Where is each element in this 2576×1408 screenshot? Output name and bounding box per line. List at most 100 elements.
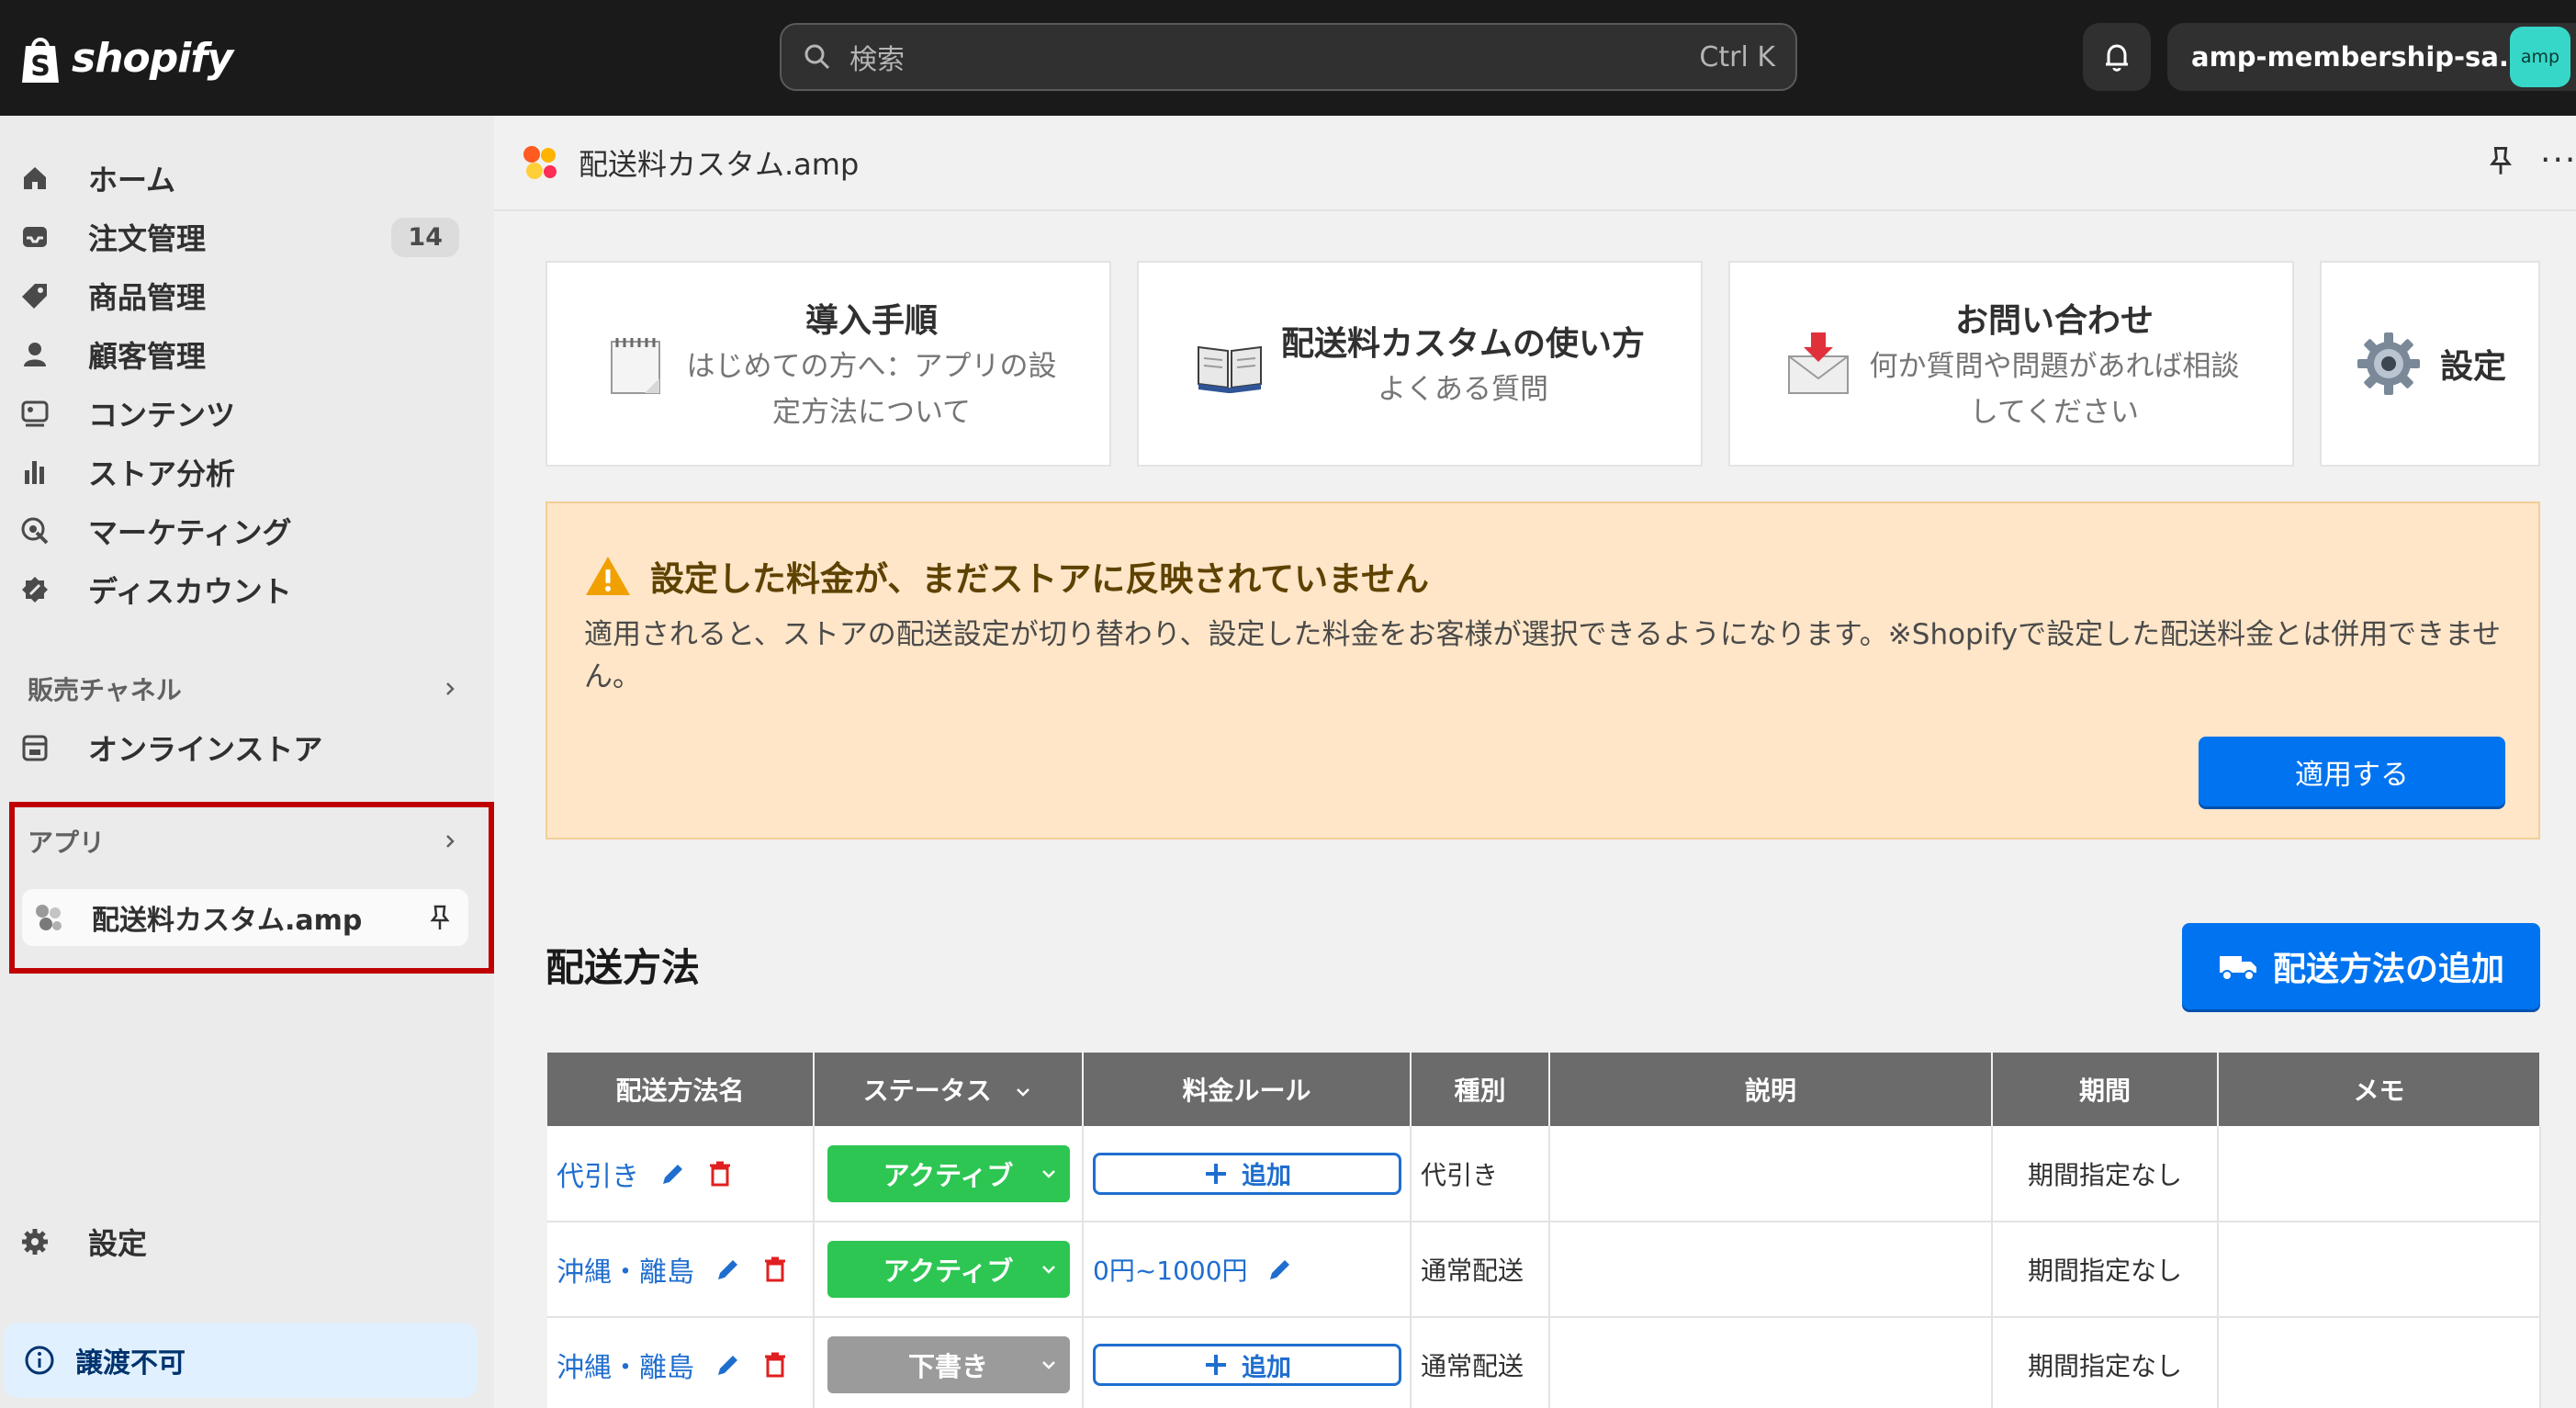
sales-channels-section[interactable]: 販売チャネル: [28, 670, 459, 707]
sidebar-item-label: ディスカウント: [88, 574, 292, 609]
method-description: [1549, 1126, 1993, 1222]
chevron-right-icon: [446, 682, 455, 695]
chevron-down-icon: [1017, 1088, 1030, 1097]
shipping-methods-title: 配送方法: [546, 945, 701, 990]
gear-icon: [18, 1225, 51, 1258]
sidebar-item-home[interactable]: ホーム: [18, 151, 468, 206]
pin-icon[interactable]: [426, 904, 454, 931]
warning-banner: 設定した料金が、まだストアに反映されていません 適用されると、ストアの配送設定が…: [546, 501, 2540, 839]
method-memo: [2218, 1222, 2541, 1318]
column-header-status[interactable]: ステータス: [814, 1053, 1084, 1126]
add-shipping-method-button[interactable]: 配送方法の追加: [2182, 923, 2540, 1009]
method-name-link[interactable]: 沖縄・離島: [557, 1249, 694, 1290]
banner-title: 設定した料金が、まだストアに反映されていません: [650, 559, 1430, 599]
brand-name: shopify: [72, 34, 233, 82]
non-transferable-banner[interactable]: 譲渡不可: [4, 1323, 478, 1398]
sidebar-item-analytics[interactable]: ストア分析: [18, 445, 468, 500]
chevron-down-icon: [1041, 1266, 1055, 1274]
add-rule-label: 追加: [1242, 1162, 1291, 1190]
warning-icon: [586, 557, 630, 595]
column-header-memo[interactable]: メモ: [2218, 1053, 2541, 1126]
sidebar-item-content[interactable]: コンテンツ: [18, 386, 468, 441]
card-subtitle: 何か質問や問題があれば相談: [1869, 350, 2240, 383]
card-title: 配送料カスタムの使い方: [1280, 325, 1645, 363]
content-icon: [18, 397, 51, 430]
notifications-button[interactable]: [2083, 23, 2151, 91]
bar-chart-icon: [18, 456, 51, 489]
column-header-description[interactable]: 説明: [1549, 1053, 1993, 1126]
sidebar-item-settings[interactable]: 設定: [18, 1214, 468, 1269]
more-actions-icon[interactable]: ···: [2540, 141, 2576, 179]
status-dropdown[interactable]: アクティブ: [827, 1241, 1070, 1298]
card-how-to-use[interactable]: 配送料カスタムの使い方 よくある質問: [1137, 261, 1703, 467]
chevron-down-icon: [1041, 1361, 1055, 1369]
search-bar[interactable]: 検索 Ctrl K: [780, 23, 1797, 91]
trash-icon[interactable]: [762, 1256, 788, 1283]
sidebar-item-app[interactable]: 配送料カスタム.amp: [22, 889, 468, 946]
online-store-label: オンラインストア: [88, 732, 323, 767]
column-header-period[interactable]: 期間: [1992, 1053, 2219, 1126]
card-contact[interactable]: お問い合わせ 何か質問や問題があれば相談 してください: [1728, 261, 2294, 467]
pencil-icon[interactable]: [714, 1256, 742, 1283]
pin-icon[interactable]: [2485, 145, 2516, 176]
shopify-logo[interactable]: S shopify: [18, 28, 233, 88]
shopping-bag-icon: S: [22, 38, 59, 83]
inbox-icon: [18, 220, 51, 253]
table-row: 沖縄・離島 下書き 追加 通常配送 期間指定なし: [547, 1317, 2541, 1408]
column-header-name[interactable]: 配送方法名: [547, 1053, 815, 1126]
apply-button[interactable]: 適用する: [2199, 737, 2505, 806]
sidebar-item-label: 注文管理: [88, 221, 207, 256]
trash-icon[interactable]: [762, 1351, 788, 1379]
sidebar-item-marketing[interactable]: マーケティング: [18, 503, 468, 558]
add-rule-label: 追加: [1242, 1353, 1291, 1382]
status-dropdown[interactable]: 下書き: [827, 1336, 1070, 1393]
trash-icon[interactable]: [707, 1160, 733, 1188]
card-settings[interactable]: 設定: [2320, 261, 2540, 467]
sidebar-item-products[interactable]: 商品管理: [18, 268, 468, 323]
highlight-box: [9, 802, 494, 974]
store-icon: [18, 731, 51, 764]
column-header-type[interactable]: 種別: [1411, 1053, 1550, 1126]
method-type: 通常配送: [1411, 1222, 1550, 1318]
method-type: 通常配送: [1411, 1317, 1550, 1408]
sidebar-item-online-store[interactable]: オンラインストア: [18, 720, 468, 775]
sidebar-item-orders[interactable]: 注文管理 14: [18, 209, 468, 265]
store-menu-button[interactable]: amp-membership-sa... amp: [2167, 23, 2576, 91]
notepad-icon: [610, 338, 660, 394]
rate-rule-link[interactable]: 0円~1000円: [1093, 1251, 1248, 1288]
pencil-icon[interactable]: [1266, 1256, 1294, 1283]
card-setup-guide[interactable]: 導入手順 はじめての方へ：アプリの設 定方法について: [546, 261, 1111, 467]
app-logo-icon: [523, 146, 557, 179]
pencil-icon[interactable]: [659, 1160, 687, 1188]
sidebar-item-label: 顧客管理: [88, 339, 207, 374]
banner-body: 適用されると、ストアの配送設定が切り替わり、設定した料金をお客様が選択できるよう…: [584, 618, 2502, 693]
column-header-rule[interactable]: 料金ルール: [1083, 1053, 1412, 1126]
method-memo: [2218, 1317, 2541, 1408]
method-type: 代引き: [1411, 1126, 1550, 1222]
sales-channels-label: 販売チャネル: [28, 675, 182, 705]
method-name-link[interactable]: 沖縄・離島: [557, 1345, 694, 1385]
book-icon: [1197, 345, 1262, 393]
add-rule-button[interactable]: 追加: [1093, 1152, 1401, 1195]
pencil-icon[interactable]: [714, 1351, 742, 1379]
home-icon: [18, 162, 51, 195]
card-title: 設定: [2439, 348, 2506, 386]
info-icon: [25, 1346, 54, 1375]
sidebar-item-label: 商品管理: [88, 280, 207, 315]
column-header-label: ステータス: [862, 1076, 992, 1106]
card-subtitle: よくある質問: [1377, 373, 1548, 406]
sidebar-item-customers[interactable]: 顧客管理: [18, 327, 468, 382]
status-dropdown[interactable]: アクティブ: [827, 1144, 1070, 1202]
plus-icon: [1206, 1355, 1226, 1375]
sidebar-item-label: コンテンツ: [88, 398, 236, 433]
card-subtitle: 定方法について: [771, 396, 972, 429]
top-bar: S shopify 検索 Ctrl K amp-membership-sa...…: [0, 0, 2576, 116]
chevron-down-icon: [1041, 1169, 1055, 1178]
app-title: 配送料カスタム.amp: [579, 147, 860, 182]
method-name-link[interactable]: 代引き: [557, 1154, 639, 1194]
method-period: 期間指定なし: [1992, 1317, 2219, 1408]
add-rule-button[interactable]: 追加: [1093, 1344, 1401, 1386]
search-shortcut: Ctrl K: [1699, 40, 1775, 73]
mail-icon: [1787, 332, 1849, 394]
sidebar-item-discounts[interactable]: ディスカウント: [18, 562, 468, 617]
